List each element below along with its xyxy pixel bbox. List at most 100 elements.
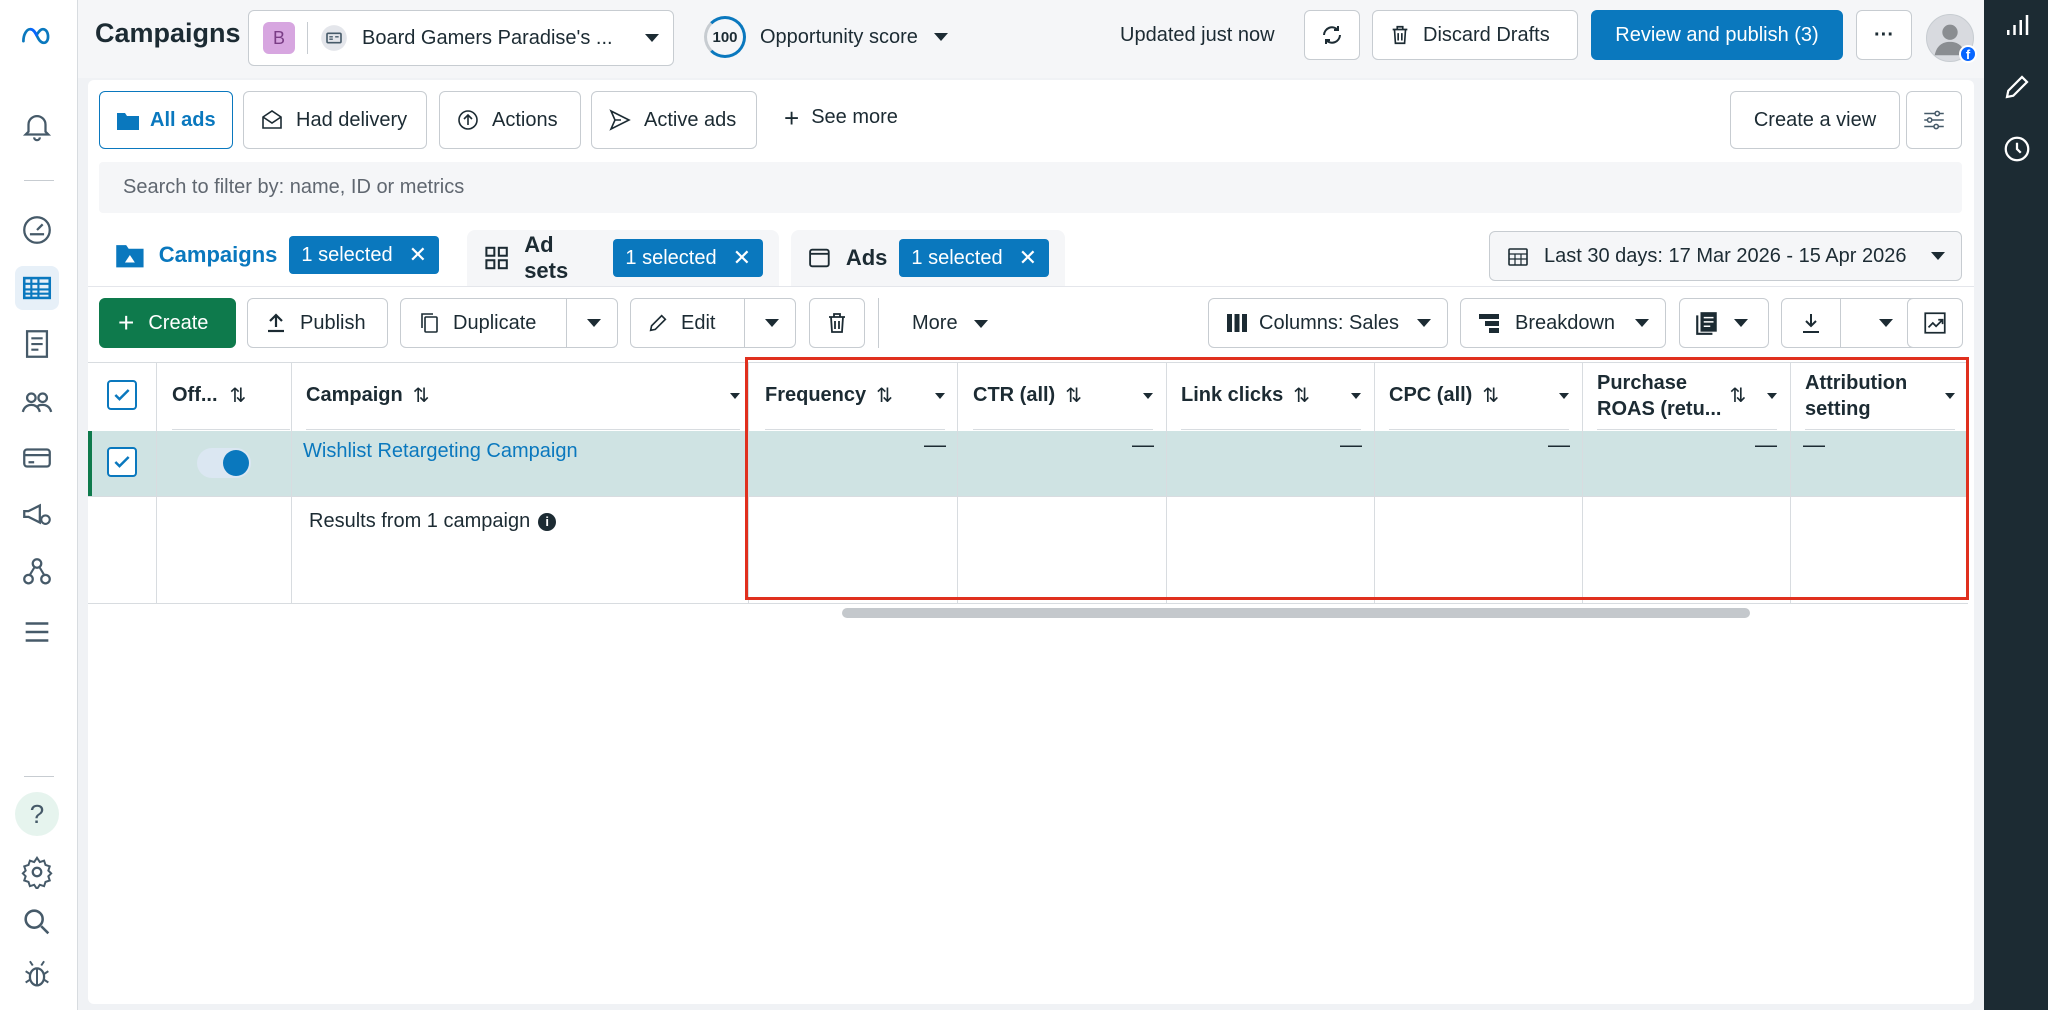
column-header-campaign[interactable]: Campaign ⇅ [306,362,740,430]
row-checkbox[interactable] [107,447,137,477]
charts-button[interactable] [1907,298,1963,348]
date-range-picker[interactable]: Last 30 days: 17 Mar 2026 - 15 Apr 2026 [1489,231,1962,281]
folder-icon [117,113,139,130]
notifications-bell-icon[interactable] [15,104,59,148]
meta-logo-icon[interactable] [15,14,59,58]
checkmark-icon [114,389,130,401]
trash-icon [1392,25,1408,45]
chevron-down-icon [933,33,948,41]
tab-ads[interactable]: Ads 1 selected ✕ [791,230,1065,286]
facebook-badge-icon: f [1959,45,1977,63]
campaign-megaphone-icon[interactable] [15,492,59,536]
delete-button[interactable] [809,298,865,348]
left-navigation: ? [0,0,78,1010]
review-and-publish-button[interactable]: Review and publish (3) [1591,10,1843,60]
opportunity-score[interactable]: 100 Opportunity score [704,16,948,58]
edit-button[interactable]: Edit [630,298,796,348]
refresh-icon [1323,26,1341,44]
see-more-filters[interactable]: + See more [784,102,898,133]
info-icon[interactable]: i [538,512,557,531]
column-menu-icon[interactable] [730,392,740,399]
chevron-down-icon [1734,319,1748,327]
pencil-edit-icon[interactable] [2002,72,2032,102]
download-icon [1803,314,1819,333]
campaign-name-link[interactable]: Wishlist Retargeting Campaign [303,440,578,463]
more-actions-button[interactable]: More [912,312,988,335]
copy-icon [421,313,438,333]
discard-drafts-button[interactable]: Discard Drafts [1372,10,1578,60]
filter-active-ads[interactable]: Active ads [591,91,757,149]
create-view-button[interactable]: Create a view [1730,91,1900,149]
ad-window-icon [809,248,830,268]
refresh-button[interactable] [1304,10,1360,60]
campaign-toggle[interactable] [197,448,251,478]
history-clock-icon[interactable] [2002,134,2032,164]
close-icon[interactable]: ✕ [409,242,427,268]
sort-icon[interactable]: ⇅ [413,383,430,408]
chevron-down-icon [1931,252,1945,260]
horizontal-scrollbar[interactable] [842,608,1750,618]
close-icon[interactable]: ✕ [733,245,751,271]
select-all-checkbox[interactable] [107,380,137,410]
menu-hamburger-icon[interactable] [15,610,59,654]
user-avatar[interactable]: f [1926,14,1977,63]
breakdown-button[interactable]: Breakdown [1460,298,1666,348]
opportunity-score-label: Opportunity score [760,25,918,48]
account-name: Board Gamers Paradise's ... [362,26,613,49]
campaign-folder-icon [116,245,144,268]
bug-report-icon[interactable] [15,952,59,996]
column-header-off[interactable]: Off... ⇅ [172,362,290,430]
breakdown-icon [1479,314,1499,333]
chart-bars-icon[interactable] [2002,10,2032,40]
settings-gear-icon[interactable] [15,850,59,894]
view-settings-button[interactable] [1906,91,1962,149]
adsets-grid-icon [485,246,508,270]
trash-icon [829,313,845,333]
billing-card-icon[interactable] [15,436,59,480]
account-id-card-icon [321,25,347,51]
ads-manager-table-icon[interactable] [15,266,59,310]
pages-icon[interactable] [15,322,59,366]
more-options-button[interactable]: ··· [1856,10,1912,60]
page-title: Campaigns [95,18,241,48]
updated-status: Updated just now [1120,24,1275,46]
business-network-icon[interactable] [15,550,59,594]
help-question-icon[interactable]: ? [15,792,59,836]
publish-button[interactable]: Publish [247,298,388,348]
adsets-selected-badge[interactable]: 1 selected ✕ [613,239,763,277]
envelope-icon [262,110,282,129]
columns-icon [1227,314,1247,332]
chevron-down-icon[interactable] [587,319,601,327]
chevron-down-icon [1635,319,1649,327]
search-icon[interactable] [15,900,59,944]
send-arrow-icon [609,109,631,131]
columns-button[interactable]: Columns: Sales [1208,298,1448,348]
campaigns-selected-badge[interactable]: 1 selected ✕ [289,236,439,274]
results-summary: Results from 1 campaign i [309,510,557,533]
sliders-icon [1924,110,1944,130]
filter-had-delivery[interactable]: Had delivery [243,91,427,149]
filter-all-ads[interactable]: All ads [99,91,233,149]
tab-campaigns[interactable]: Campaigns 1 selected ✕ [99,224,455,286]
ad-account-selector[interactable]: B Board Gamers Paradise's ... [248,10,674,66]
toggle-knob [223,450,249,476]
duplicate-button[interactable]: Duplicate [400,298,618,348]
ads-selected-badge[interactable]: 1 selected ✕ [899,239,1049,277]
trend-chart-icon [1924,312,1946,334]
audiences-icon[interactable] [15,380,59,424]
tab-ad-sets[interactable]: Ad sets 1 selected ✕ [467,230,779,286]
chevron-down-icon [1417,319,1431,327]
opportunity-score-gauge: 100 [704,16,746,58]
dashboard-gauge-icon[interactable] [15,208,59,252]
pencil-icon [649,314,667,332]
close-icon[interactable]: ✕ [1019,245,1037,271]
filter-actions[interactable]: Actions [439,91,581,149]
chevron-down-icon[interactable] [765,319,779,327]
sort-icon[interactable]: ⇅ [230,383,247,408]
plus-icon: + [784,102,800,133]
search-input[interactable]: Search to filter by: name, ID or metrics [99,162,1962,213]
account-avatar: B [263,22,295,54]
create-button[interactable]: + Create [99,298,236,348]
reports-button[interactable] [1679,298,1769,348]
calendar-icon [1508,248,1528,266]
